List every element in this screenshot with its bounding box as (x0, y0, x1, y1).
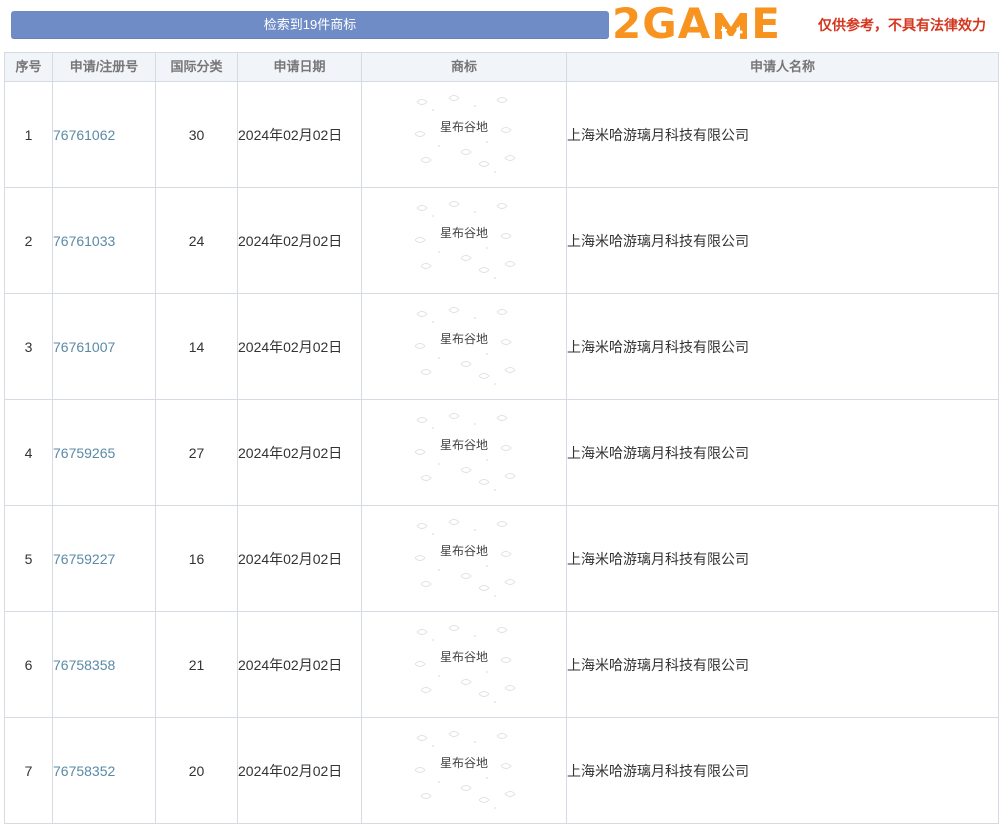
row-class: 16 (155, 505, 238, 612)
table-header-row: 序号 申请/注册号 国际分类 申请日期 商标 申请人名称 (4, 52, 999, 82)
column-header-date[interactable]: 申请日期 (237, 52, 362, 82)
table-row[interactable]: 2 76761033 24 2024年02月02日 星布谷地 上海米哈游璃月科技… (4, 187, 999, 294)
trademark-text: 星布谷地 (439, 543, 488, 558)
watermark-icon (414, 518, 516, 597)
watermark-icon (414, 94, 516, 173)
row-mark-cell: 星布谷地 (361, 717, 567, 824)
logo-letters-post: E (751, 0, 781, 48)
trademark-image[interactable]: 星布谷地 (409, 514, 519, 604)
2game-logo[interactable]: 2 GA E (612, 2, 802, 46)
row-reg-no-cell: 76759227 (52, 505, 156, 612)
watermark-icon (414, 306, 516, 385)
row-mark-cell: 星布谷地 (361, 505, 567, 612)
row-applicant: 上海米哈游璃月科技有限公司 (566, 293, 999, 400)
row-index: 1 (4, 81, 53, 188)
column-header-applicant[interactable]: 申请人名称 (566, 52, 999, 82)
table-row[interactable]: 1 76761062 30 2024年02月02日 星布谷地 上海米哈游璃月科技… (4, 81, 999, 188)
column-header-reg-no[interactable]: 申请/注册号 (52, 52, 156, 82)
row-class: 20 (155, 717, 238, 824)
row-reg-no-cell: 76761007 (52, 293, 156, 400)
row-applicant: 上海米哈游璃月科技有限公司 (566, 399, 999, 506)
column-header-index[interactable]: 序号 (4, 52, 53, 82)
trademark-text: 星布谷地 (439, 331, 488, 346)
logo-digit: 2 (612, 0, 643, 48)
trademark-image[interactable]: 星布谷地 (409, 196, 519, 286)
row-mark-cell: 星布谷地 (361, 399, 567, 506)
trademark-text: 星布谷地 (439, 755, 488, 770)
trademark-results-table: 序号 申请/注册号 国际分类 申请日期 商标 申请人名称 1 76761062 … (4, 52, 999, 824)
row-index: 5 (4, 505, 53, 612)
reg-no-link[interactable]: 76761033 (53, 233, 115, 249)
trademark-text: 星布谷地 (439, 119, 488, 134)
reg-no-link[interactable]: 76758352 (53, 763, 115, 779)
trademark-image[interactable]: 星布谷地 (409, 620, 519, 710)
table-row[interactable]: 5 76759227 16 2024年02月02日 星布谷地 上海米哈游璃月科技… (4, 505, 999, 612)
trademark-text: 星布谷地 (439, 649, 488, 664)
row-index: 4 (4, 399, 53, 506)
row-date: 2024年02月02日 (237, 611, 362, 718)
row-index: 6 (4, 611, 53, 718)
row-date: 2024年02月02日 (237, 399, 362, 506)
row-reg-no-cell: 76761033 (52, 187, 156, 294)
row-index: 2 (4, 187, 53, 294)
trademark-text: 星布谷地 (439, 437, 488, 452)
row-reg-no-cell: 76761062 (52, 81, 156, 188)
logo-letters-pre: GA (642, 0, 712, 48)
gamepad-icon (712, 7, 750, 41)
row-class: 14 (155, 293, 238, 400)
watermark-icon (414, 200, 516, 279)
column-header-class[interactable]: 国际分类 (155, 52, 238, 82)
trademark-image[interactable]: 星布谷地 (409, 726, 519, 816)
row-reg-no-cell: 76758352 (52, 717, 156, 824)
table-body: 1 76761062 30 2024年02月02日 星布谷地 上海米哈游璃月科技… (4, 81, 999, 824)
row-mark-cell: 星布谷地 (361, 293, 567, 400)
row-class: 30 (155, 81, 238, 188)
table-row[interactable]: 3 76761007 14 2024年02月02日 星布谷地 上海米哈游璃月科技… (4, 293, 999, 400)
row-class: 27 (155, 399, 238, 506)
row-index: 7 (4, 717, 53, 824)
row-date: 2024年02月02日 (237, 81, 362, 188)
row-date: 2024年02月02日 (237, 505, 362, 612)
watermark-icon (414, 412, 516, 491)
reg-no-link[interactable]: 76758358 (53, 657, 115, 673)
table-row[interactable]: 4 76759265 27 2024年02月02日 星布谷地 上海米哈游璃月科技… (4, 399, 999, 506)
watermark-icon (414, 624, 516, 703)
row-date: 2024年02月02日 (237, 187, 362, 294)
row-mark-cell: 星布谷地 (361, 81, 567, 188)
top-bar: 检索到19件商标 2 GA E 仅供参考，不具有法律效力 (0, 0, 1000, 52)
table-row[interactable]: 7 76758352 20 2024年02月02日 星布谷地 上海米哈游璃月科技… (4, 717, 999, 824)
row-index: 3 (4, 293, 53, 400)
row-class: 21 (155, 611, 238, 718)
trademark-image[interactable]: 星布谷地 (409, 90, 519, 180)
row-mark-cell: 星布谷地 (361, 187, 567, 294)
column-header-mark[interactable]: 商标 (361, 52, 567, 82)
row-reg-no-cell: 76758358 (52, 611, 156, 718)
result-count-banner[interactable]: 检索到19件商标 (11, 11, 609, 39)
row-applicant: 上海米哈游璃月科技有限公司 (566, 611, 999, 718)
logo-word: GA E (642, 2, 781, 46)
row-applicant: 上海米哈游璃月科技有限公司 (566, 505, 999, 612)
row-applicant: 上海米哈游璃月科技有限公司 (566, 81, 999, 188)
row-applicant: 上海米哈游璃月科技有限公司 (566, 717, 999, 824)
trademark-text: 星布谷地 (439, 225, 488, 240)
row-date: 2024年02月02日 (237, 293, 362, 400)
row-date: 2024年02月02日 (237, 717, 362, 824)
reg-no-link[interactable]: 76759265 (53, 445, 115, 461)
watermark-icon (414, 730, 516, 809)
row-reg-no-cell: 76759265 (52, 399, 156, 506)
reg-no-link[interactable]: 76761007 (53, 339, 115, 355)
disclaimer-text: 仅供参考，不具有法律效力 (818, 17, 986, 33)
trademark-image[interactable]: 星布谷地 (409, 408, 519, 498)
reg-no-link[interactable]: 76761062 (53, 127, 115, 143)
row-applicant: 上海米哈游璃月科技有限公司 (566, 187, 999, 294)
row-class: 24 (155, 187, 238, 294)
trademark-image[interactable]: 星布谷地 (409, 302, 519, 392)
table-row[interactable]: 6 76758358 21 2024年02月02日 星布谷地 上海米哈游璃月科技… (4, 611, 999, 718)
row-mark-cell: 星布谷地 (361, 611, 567, 718)
reg-no-link[interactable]: 76759227 (53, 551, 115, 567)
